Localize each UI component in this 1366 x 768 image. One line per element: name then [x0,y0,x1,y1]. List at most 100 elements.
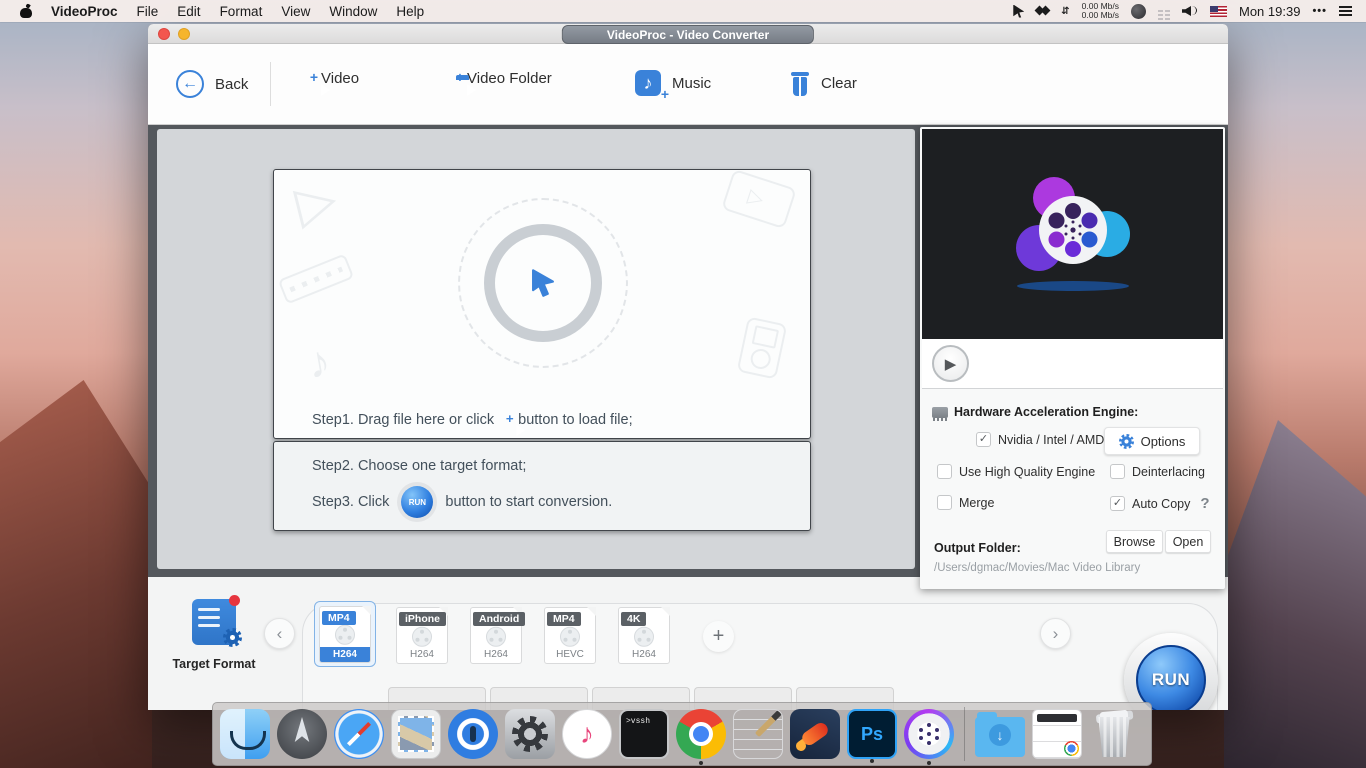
film-reel-icon [486,626,506,646]
inactive-bars-icon[interactable] [1158,10,1170,12]
dock-downloads-folder-icon[interactable] [975,717,1025,757]
dock-notes-icon[interactable] [733,709,783,759]
menu-edit[interactable]: Edit [177,4,200,19]
format-chip-iphone-h264[interactable]: iPhone H264 [396,607,448,664]
gear-icon [1119,434,1134,449]
dock-rocket-app-icon[interactable] [790,709,840,759]
help-question-icon[interactable]: ? [1200,495,1209,512]
menu-format[interactable]: Format [220,4,263,19]
sync-arrows-icon[interactable]: ⇵ [1061,6,1069,17]
dock-launchpad-icon[interactable] [277,709,327,759]
dock-trash-icon[interactable] [1094,711,1134,761]
formats-next-button[interactable]: › [1040,618,1071,649]
format-chip-file: MP4 H264 [319,606,371,663]
formats-prev-button[interactable]: ‹ [264,618,295,649]
checkbox-merge[interactable] [937,495,952,510]
dock-itunes-icon[interactable] [562,709,612,759]
notification-center-icon[interactable] [1339,4,1352,18]
music-note-icon [635,70,661,96]
checkbox-label: Merge [959,496,994,510]
steps-card: Step2. Choose one target format; Step3. … [273,441,811,531]
run-button[interactable]: RUN [1136,645,1206,710]
format-chip-mp4-h264-selected[interactable]: MP4 H264 [314,601,376,667]
menubar-app-icon[interactable] [1131,4,1146,19]
dock-documents-stack-icon[interactable] [1032,709,1082,759]
siri-more-icon[interactable]: ••• [1312,5,1327,17]
drop-zone[interactable]: ▷ ♪ Step1. Drag file here or click + but… [273,169,811,439]
menu-window[interactable]: Window [329,4,377,19]
menu-file[interactable]: File [137,4,159,19]
open-button[interactable]: Open [1165,530,1211,553]
add-music-button[interactable]: + Music [635,70,711,96]
format-chip-mp4-hevc[interactable]: MP4 HEVC [544,607,596,664]
video-folder-label: Video Folder [467,70,552,87]
format-badge: Android [473,612,525,626]
dock-safari-icon[interactable] [334,709,384,759]
play-button[interactable] [932,345,969,382]
step3-text-before: Step3. Click [312,494,389,510]
step3-instruction: Step3. Click RUN button to start convers… [312,486,612,518]
menu-app-name[interactable]: VideoProc [51,4,118,19]
running-indicator [699,761,703,765]
format-chip-4k-h264[interactable]: 4K H264 [618,607,670,664]
minimize-window-button[interactable] [178,28,190,40]
pointer-status-icon[interactable] [1013,5,1024,18]
checkbox-deinterlacing[interactable] [1110,464,1125,479]
watermark-video-icon [721,169,797,229]
options-button[interactable]: Options [1104,427,1200,455]
menu-view[interactable]: View [281,4,310,19]
watermark-ipod-icon [737,316,788,379]
checkbox-nvidia-intel-amd[interactable]: ✓ [976,432,991,447]
menu-help[interactable]: Help [396,4,424,19]
dock-mail-icon[interactable] [391,709,441,759]
dock-videoproc-icon[interactable] [904,709,954,759]
checkbox-high-quality-engine[interactable] [937,464,952,479]
volume-icon[interactable] [1182,5,1198,17]
step2-instruction: Step2. Choose one target format; [312,458,526,474]
clear-button[interactable]: Clear [790,70,857,96]
trash-icon [790,70,810,96]
auto-copy-row: ✓ Auto Copy ? [1110,495,1210,512]
gpu-vendor-row: ✓ Nvidia / Intel / AMD [976,432,1104,447]
title-bar[interactable]: VideoProc - Video Converter [148,24,1228,44]
add-video-folder-button[interactable]: + Video Folder [456,70,552,87]
format-chip-android-h264[interactable]: Android H264 [470,607,522,664]
format-badge: 4K [621,612,646,626]
file-list-panel: ▷ ♪ Step1. Drag file here or click + but… [157,129,915,569]
step1-text-after: button to load file; [518,412,632,428]
checkbox-auto-copy[interactable]: ✓ [1110,496,1125,511]
dock-chrome-icon[interactable] [676,709,726,759]
drop-target-ring[interactable] [484,224,602,342]
film-reel-icon [335,625,355,645]
dock-finder-icon[interactable] [220,709,270,759]
add-format-button[interactable]: + [703,621,734,652]
format-badge: MP4 [547,612,581,626]
plus-icon: + [310,69,318,85]
plus-icon: + [506,411,514,426]
videoproc-logo [998,172,1148,297]
add-video-button[interactable]: + Video [310,70,359,87]
dock-terminal-icon[interactable]: >vssh [619,709,669,759]
input-language-flag-icon[interactable] [1210,6,1227,17]
back-button[interactable]: Back [176,70,248,98]
dock: >vssh Ps [212,702,1152,766]
menu-clock[interactable]: Mon 19:39 [1239,4,1300,19]
close-window-button[interactable] [158,28,170,40]
dropbox-icon[interactable] [1036,5,1049,18]
dock-divider [964,707,965,761]
apple-menu-icon[interactable] [20,5,32,18]
browse-button[interactable]: Browse [1106,530,1163,553]
music-label: Music [672,75,711,92]
dock-photoshop-icon[interactable]: Ps [847,709,897,759]
hardware-acceleration-title: Hardware Acceleration Engine: [932,405,1138,419]
menu-bar: VideoProc File Edit Format View Window H… [0,0,1366,22]
photoshop-glyph: Ps [861,724,883,745]
network-speed-indicator[interactable]: 0.00 Mb/s 0.00 Mb/s [1082,2,1119,21]
back-arrow-icon [176,70,204,98]
running-indicator [870,759,874,763]
desktop-wallpaper-left-rock [0,380,152,768]
back-label: Back [215,76,248,93]
dock-system-preferences-icon[interactable] [505,709,555,759]
dock-1password-icon[interactable] [448,709,498,759]
film-reel-icon [634,626,654,646]
